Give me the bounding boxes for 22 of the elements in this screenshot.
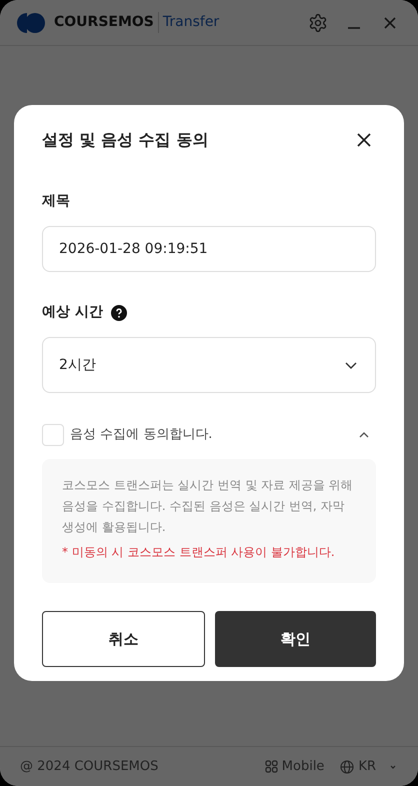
logo-icon	[16, 12, 46, 34]
consent-checkbox[interactable]	[42, 424, 64, 446]
grid-icon	[264, 760, 278, 773]
duration-select[interactable]: 2시간	[42, 337, 376, 393]
dialog-title: 설정 및 음성 수집 동의	[42, 129, 208, 151]
help-icon	[110, 304, 127, 320]
field-label: 제목	[42, 192, 71, 211]
brand-name: COURSEMOS	[54, 13, 154, 32]
close-icon	[356, 132, 372, 148]
title-input[interactable]: 2026-01-28 09:19:51	[42, 226, 376, 272]
minimize-icon	[347, 26, 361, 28]
cancel-button[interactable]: 취소	[42, 611, 205, 667]
product-name: Transfer	[158, 12, 220, 33]
field-label: 예상 시간	[42, 303, 103, 322]
close-icon	[383, 16, 397, 30]
consent-description: 코스모스 트랜스퍼는 실시간 번역 및 자료 제공을 위해 음성을 수집합니다. 수집된 음성은 실시간 번역, 자막 생성에 활용됩니다.	[62, 477, 354, 536]
copyright-text: @ 2024 COURSEMOS	[20, 758, 158, 776]
globe-icon	[340, 760, 354, 774]
settings-icon	[308, 12, 328, 32]
confirm-button[interactable]: 확인	[215, 611, 376, 667]
consent-label: 음성 수집에 동의합니다.	[70, 426, 212, 444]
warning-text: * 미동의 시 코스모스 트랜스퍼 사용이 불가합니다.	[62, 544, 336, 561]
